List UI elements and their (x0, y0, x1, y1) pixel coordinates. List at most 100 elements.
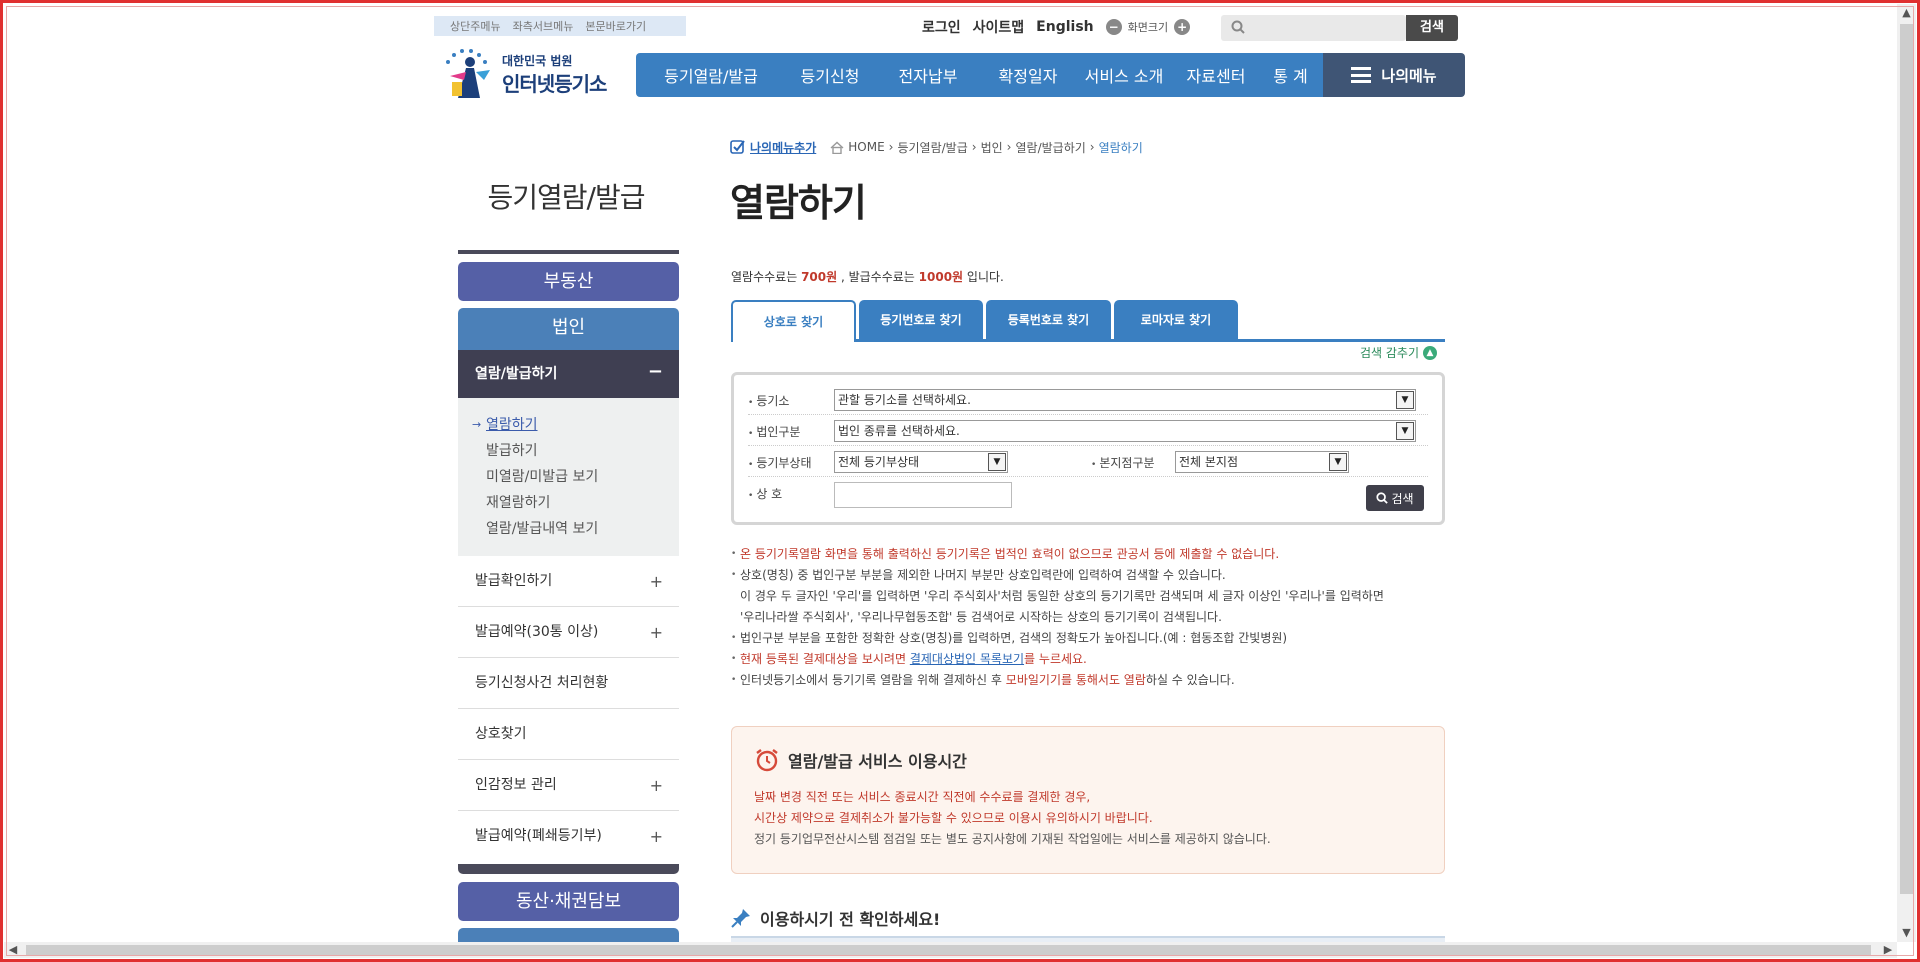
chevron-down-icon: ▼ (1329, 453, 1347, 471)
utility-bar: 로그인 사이트맵 English − 화면크기 + (922, 14, 1191, 40)
zoom-in-icon[interactable]: + (1174, 19, 1191, 35)
my-menu-button[interactable]: 나의메뉴 (1323, 53, 1465, 97)
breadcrumb-view-issue-do[interactable]: 열람/발급하기 (1015, 139, 1085, 156)
pin-icon (731, 909, 750, 928)
tab-by-registry-number[interactable]: 등기번호로 찾기 (859, 300, 983, 339)
gnb-item-data-center[interactable]: 자료센터 (1174, 63, 1258, 87)
lnb-item-label: 인감정보 관리 (475, 777, 557, 793)
lnb-item-label: 등기신청사건 처리현황 (475, 675, 609, 691)
hide-search-link[interactable]: 검색 감추기 ▲ (1360, 344, 1438, 361)
search-tabs: 상호로 찾기 등기번호로 찾기 등록번호로 찾기 로마자로 찾기 (731, 300, 1445, 342)
service-hours-box: 열람/발급 서비스 이용시간 날짜 변경 직전 또는 서비스 종료시간 직전에 … (731, 726, 1445, 874)
branch-select[interactable]: 전체 본지점 ▼ (1175, 451, 1349, 473)
gnb-item-service-intro[interactable]: 서비스 소개 (1074, 63, 1174, 87)
add-my-menu-link[interactable]: 나의메뉴추가 (730, 139, 816, 156)
lnb-realestate-button[interactable]: 부동산 (458, 262, 679, 301)
skip-link-top-menu[interactable]: 상단주메뉴 (450, 18, 501, 34)
lnb-item-case-status[interactable]: 등기신청사건 처리현황 (458, 658, 679, 709)
scroll-right-icon[interactable]: ▶ (1879, 942, 1897, 958)
lnb-item-issue-confirm[interactable]: 발급확인하기 + (458, 556, 679, 607)
payment-list-link[interactable]: 결제대상법인 목록보기 (910, 652, 1024, 666)
scroll-left-icon[interactable]: ◀ (4, 942, 22, 958)
site-search-input[interactable] (1251, 18, 1401, 38)
search-icon (1231, 20, 1245, 34)
lnb-bottom-divider (458, 864, 679, 874)
vertical-scroll-thumb[interactable] (1900, 24, 1913, 894)
english-link[interactable]: English (1036, 19, 1093, 35)
lnb-active-view-issue[interactable]: 열람/발급하기 − (458, 350, 679, 398)
zoom-label: 화면크기 (1127, 21, 1169, 34)
tab-by-roman[interactable]: 로마자로 찾기 (1114, 300, 1238, 339)
name-label: 상 호 (748, 485, 782, 502)
gnb-item-e-payment[interactable]: 전자납부 (874, 63, 982, 87)
lnb-sub-view[interactable]: 열람하기 (458, 412, 679, 438)
breadcrumb-view-issue[interactable]: 등기열람/발급 (897, 139, 967, 156)
corp-type-label: 법인구분 (748, 423, 800, 440)
lnb-item-seal-info[interactable]: 인감정보 관리 + (458, 760, 679, 811)
site-search-button[interactable]: 검색 (1406, 15, 1458, 41)
corp-type-select[interactable]: 법인 종류를 선택하세요. ▼ (834, 420, 1416, 442)
status-select[interactable]: 전체 등기부상태 ▼ (834, 451, 1008, 473)
horizontal-scroll-thumb[interactable] (26, 945, 1871, 955)
fee-notice: 열람수수료는 700원 , 발급수수료는 1000원 입니다. (731, 270, 1004, 284)
note-item-cont: 이 경우 두 글자인 '우리'를 입력하면 '우리 주식회사'처럼 동일한 상호… (740, 589, 1384, 603)
tab-by-name[interactable]: 상호로 찾기 (731, 300, 856, 342)
lnb-item-reserve-30[interactable]: 발급예약(30통 이상) + (458, 607, 679, 658)
lnb-item-reserve-closed[interactable]: 발급예약(폐쇄등기부) + (458, 811, 679, 862)
logo-title: 인터넷등기소 (502, 72, 607, 96)
note-item: 현재 등록된 결제대상을 보시려면 결제대상법인 목록보기를 누르세요. (731, 649, 1445, 670)
fee-view-amount: 700원 (801, 270, 838, 284)
scroll-down-icon[interactable]: ▼ (1897, 924, 1916, 942)
gnb-item-view-issue[interactable]: 등기열람/발급 (636, 63, 786, 87)
lnb-item-name-search[interactable]: 상호찾기 (458, 709, 679, 760)
search-submit-button[interactable]: 검색 (1366, 485, 1424, 511)
vertical-scrollbar[interactable]: ▲ ▼ (1897, 4, 1916, 942)
lnb-next-button-partial[interactable] (458, 928, 679, 942)
row-registry: 등기소 관할 등기소를 선택하세요.▼ (748, 385, 1428, 415)
skip-links: 상단주메뉴 좌측서브메뉴 본문바로가기 (434, 16, 686, 36)
lnb-sub-issue[interactable]: 발급하기 (458, 438, 679, 464)
registry-select[interactable]: 관할 등기소를 선택하세요. ▼ (834, 389, 1416, 411)
site-search-box (1221, 15, 1406, 41)
notes-list: 온 등기기록열람 화면을 통해 출력하신 등기기록은 법적인 효력이 없으므로 … (731, 544, 1445, 691)
page-title: 열람하기 (730, 181, 867, 225)
note-item-cont: '우리나라쌀 주식회사', '우리나무협동조합' 등 검색어로 시작하는 상호의… (740, 610, 1222, 624)
chevron-down-icon: ▼ (1396, 391, 1414, 409)
scroll-up-icon[interactable]: ▲ (1897, 4, 1916, 22)
collapse-icon: − (647, 361, 663, 382)
chevron-down-icon: ▼ (1396, 422, 1414, 440)
expand-icon: + (649, 623, 663, 642)
lnb-sub-unviewed[interactable]: 미열람/미발급 보기 (458, 464, 679, 490)
lnb-sub-history[interactable]: 열람/발급내역 보기 (458, 516, 679, 542)
lnb-sub-review[interactable]: 재열람하기 (458, 490, 679, 516)
tab-by-registration-number[interactable]: 등록번호로 찾기 (986, 300, 1111, 339)
breadcrumb-corporation[interactable]: 법인 (981, 139, 1003, 156)
skip-link-content[interactable]: 본문바로가기 (585, 18, 646, 34)
chevron-up-icon: ▲ (1423, 345, 1438, 360)
row-name: 상 호 (748, 478, 1428, 514)
gnb-item-statistics[interactable]: 통 계 (1258, 63, 1323, 87)
sitemap-link[interactable]: 사이트맵 (973, 17, 1025, 37)
login-link[interactable]: 로그인 (922, 17, 961, 37)
name-input[interactable] (834, 482, 1012, 508)
checkbox-icon (730, 140, 745, 154)
lnb-movable-button[interactable]: 동산·채권담보 (458, 882, 679, 921)
breadcrumb: 나의메뉴추가 HOME › 등기열람/발급 › 법인 › 열람/발급하기 › 열… (730, 137, 1143, 157)
note-item: 인터넷등기소에서 등기기록 열람을 위해 결제하신 후 모바일기기를 통해서도 … (731, 670, 1445, 691)
gnb-item-fixed-date[interactable]: 확정일자 (982, 63, 1074, 87)
row-status-branch: 등기부상태 전체 등기부상태▼ 본지점구분 전체 본지점▼ (748, 447, 1428, 477)
gnb-item-apply[interactable]: 등기신청 (786, 63, 874, 87)
skip-link-left-menu[interactable]: 좌측서브메뉴 (513, 18, 574, 34)
site-logo[interactable]: 대한민국 법원 인터넷등기소 (440, 46, 620, 102)
lnb-corporation-button[interactable]: 법인 (458, 308, 679, 350)
lnb-item-label: 발급예약(30통 이상) (475, 624, 599, 640)
breadcrumb-home[interactable]: HOME (848, 140, 884, 154)
zoom-out-icon[interactable]: − (1105, 19, 1122, 35)
court-emblem-icon (446, 49, 490, 98)
note-item: 법인구분 부분을 포함한 정확한 상호(명칭)를 입력하면, 검색의 정확도가 … (731, 628, 1445, 649)
horizontal-scrollbar[interactable]: ◀ ▶ (4, 942, 1897, 958)
expand-icon: + (649, 827, 663, 846)
lnb-item-label: 발급예약(폐쇄등기부) (475, 828, 602, 844)
zoom-control: − 화면크기 + (1105, 19, 1191, 35)
status-label: 등기부상태 (748, 454, 811, 471)
